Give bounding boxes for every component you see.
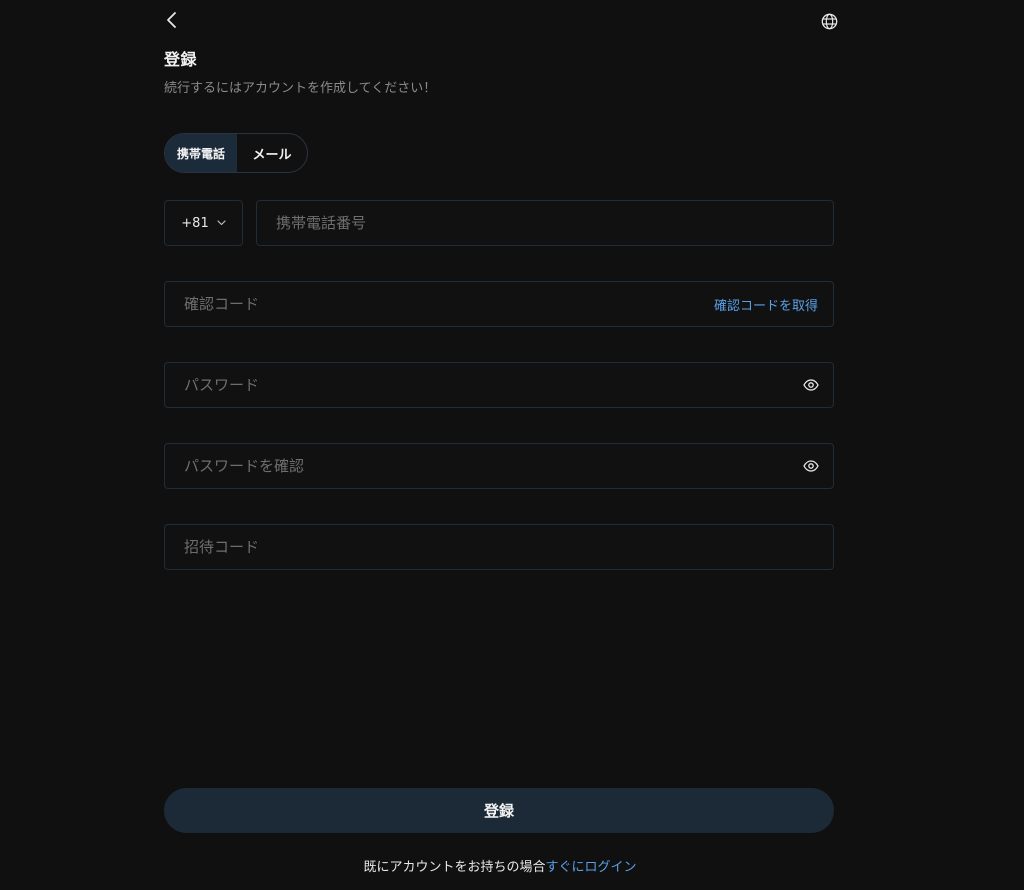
confirm-password-visibility-toggle[interactable]: [803, 458, 819, 474]
password-visibility-toggle[interactable]: [803, 377, 819, 393]
back-button[interactable]: [160, 8, 184, 32]
language-button[interactable]: [818, 10, 840, 32]
page-subtitle: 続行するにはアカウントを作成してください！: [164, 81, 437, 96]
chevron-down-icon: [217, 220, 226, 226]
register-method-tabs: 携帯電話 メール: [164, 133, 308, 173]
register-page: 登録 続行するにはアカウントを作成してください！ 携帯電話 メール +81 確認…: [0, 0, 1024, 890]
login-link[interactable]: すぐにログイン: [546, 860, 637, 875]
tab-email[interactable]: メール: [237, 134, 307, 172]
country-code-select[interactable]: +81: [164, 200, 243, 246]
invite-code-input[interactable]: [165, 525, 833, 569]
password-field: [164, 362, 834, 408]
tab-phone[interactable]: 携帯電話: [165, 134, 237, 172]
get-code-button[interactable]: 確認コードを取得: [714, 295, 818, 314]
phone-input[interactable]: [257, 201, 833, 245]
chevron-left-icon: [167, 12, 176, 28]
page-title: 登録: [164, 50, 198, 69]
country-code-value: +81: [181, 215, 209, 231]
verification-code-field: 確認コードを取得: [164, 281, 834, 327]
confirm-password-input[interactable]: [165, 444, 803, 488]
invite-code-field: [164, 524, 834, 570]
login-prompt: 既にアカウントをお持ちの場合すぐにログイン: [0, 856, 1000, 875]
eye-icon: [803, 379, 819, 391]
phone-field: [256, 200, 834, 246]
password-input[interactable]: [165, 363, 803, 407]
top-bar: [164, 8, 840, 34]
verification-code-input[interactable]: [165, 282, 714, 326]
login-prompt-text: 既にアカウントをお持ちの場合: [363, 860, 546, 875]
globe-icon: [821, 13, 837, 29]
confirm-password-field: [164, 443, 834, 489]
eye-icon: [803, 460, 819, 472]
register-button[interactable]: 登録: [164, 788, 834, 833]
